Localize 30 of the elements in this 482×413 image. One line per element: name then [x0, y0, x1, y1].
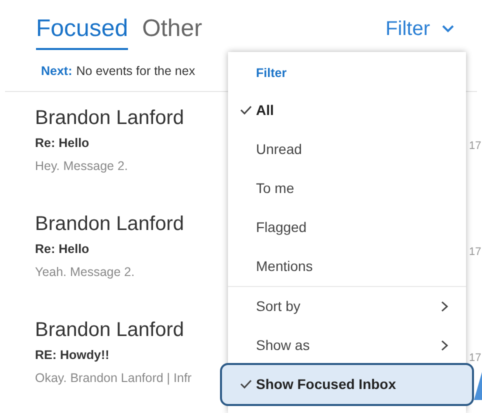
- message-date: 17: [469, 244, 482, 259]
- next-events-text: No events for the nex: [76, 63, 196, 80]
- menu-item[interactable]: Flagged: [228, 208, 466, 247]
- menu-item[interactable]: To me: [228, 168, 466, 208]
- menu-item[interactable]: Show as: [228, 326, 466, 365]
- sender-name: Brandon Lanford: [35, 106, 184, 131]
- message-subject: Re: Hello: [35, 240, 90, 258]
- menu-item[interactable]: Mentions: [228, 246, 466, 286]
- message-preview: Hey. Message 2.: [35, 158, 129, 175]
- menu-heading: Filter: [255, 65, 288, 82]
- chevron-down-icon: [442, 25, 454, 33]
- message-date: 17: [469, 138, 482, 153]
- message-subject: Re: Hello: [35, 134, 90, 152]
- sender-name: Brandon Lanford: [35, 318, 186, 343]
- filter-button[interactable]: Filter: [386, 14, 454, 50]
- sender-name: Brandon Lanford: [35, 212, 184, 237]
- mail-tab[interactable]: Focused: [36, 14, 128, 50]
- chevron-right-icon: [441, 300, 448, 312]
- callout-pointer-icon: [474, 372, 482, 400]
- message-preview: Okay. Brandon Lanford | Infr: [35, 370, 192, 387]
- message-date: 17: [469, 350, 482, 365]
- mail-tab[interactable]: Other: [142, 14, 202, 50]
- next-label: Next:: [41, 63, 72, 80]
- menu-item[interactable]: Unread: [228, 130, 466, 169]
- menu-item[interactable]: All: [228, 90, 466, 130]
- menu-item[interactable]: Show Focused Inbox: [222, 364, 472, 404]
- message-subject: RE: Howdy!!: [35, 346, 110, 364]
- menu-item[interactable]: Sort by: [228, 286, 466, 326]
- chevron-right-icon: [441, 340, 448, 351]
- message-preview: Yeah. Message 2.: [35, 264, 136, 281]
